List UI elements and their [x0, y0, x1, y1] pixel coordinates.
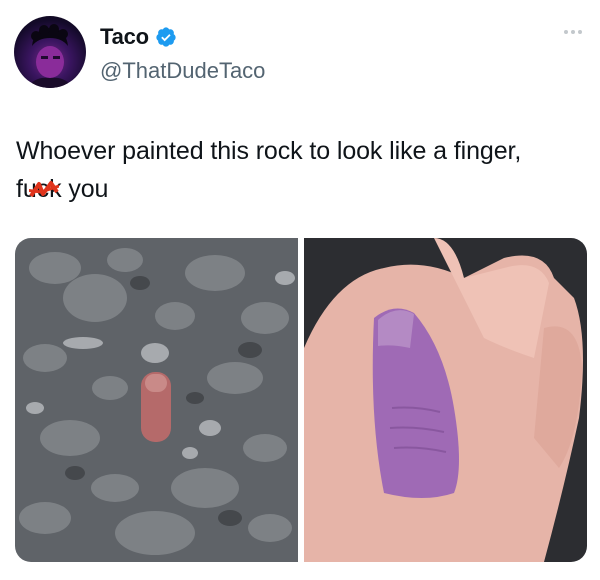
- text-segment: f: [16, 175, 23, 203]
- dot: [578, 30, 582, 34]
- tweet-media[interactable]: [15, 238, 587, 562]
- dot: [564, 30, 568, 34]
- verified-badge-icon: [156, 27, 176, 47]
- author-name-row: Taco: [100, 24, 177, 50]
- avatar-image: [28, 24, 72, 88]
- rock-in-hand-photo[interactable]: [304, 238, 587, 562]
- display-name[interactable]: Taco: [100, 24, 149, 50]
- tweet-text-line1: Whoever painted this rock to look like a…: [16, 137, 522, 165]
- hand-image: [304, 238, 587, 562]
- censor-scribble-icon: [28, 181, 59, 198]
- tweet-text-line2: fu ck you: [16, 170, 586, 208]
- avatar[interactable]: [14, 16, 86, 88]
- pebbles-image: [15, 238, 298, 562]
- more-options-icon[interactable]: [564, 30, 582, 34]
- tweet-text: Whoever painted this rock to look like a…: [16, 132, 586, 208]
- dot: [571, 30, 575, 34]
- author-handle[interactable]: @ThatDudeTaco: [100, 58, 265, 84]
- rock-on-pebbles-photo[interactable]: [15, 238, 298, 562]
- censored-letter: u: [23, 170, 59, 208]
